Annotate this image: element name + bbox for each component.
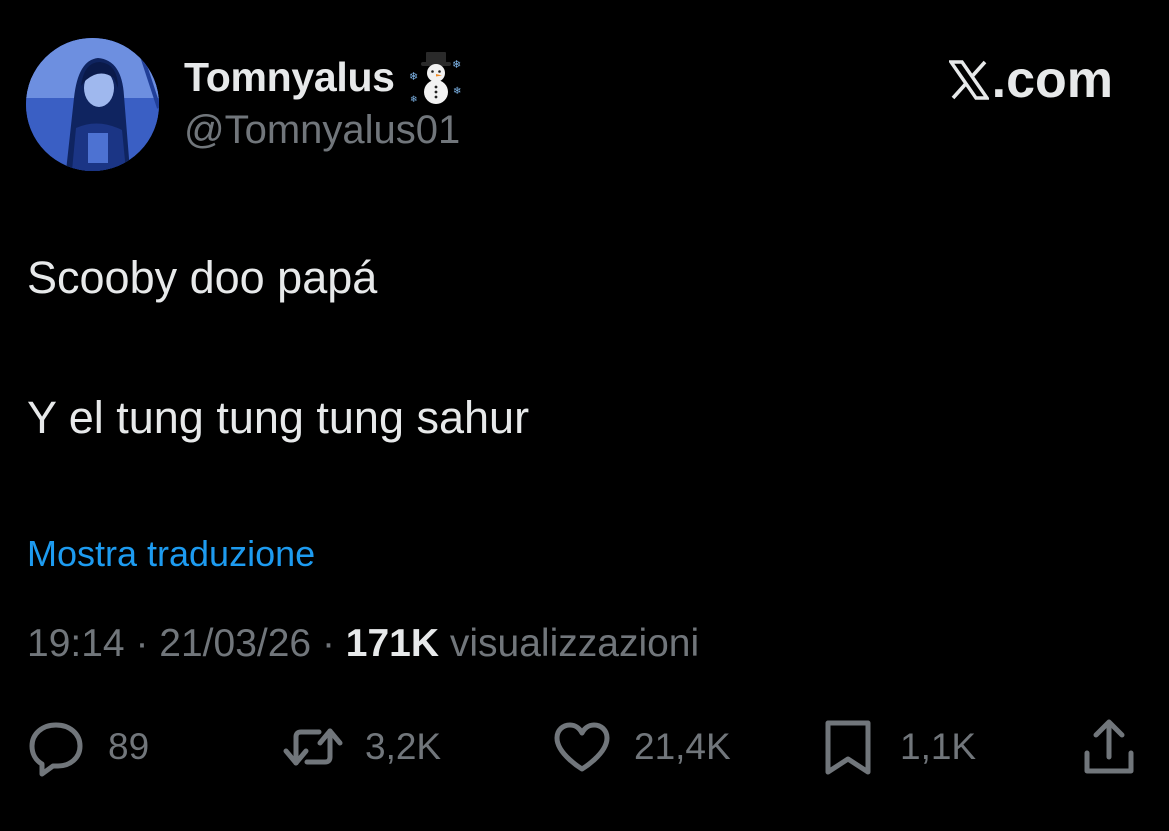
author-handle[interactable]: @Tomnyalus01	[184, 108, 460, 153]
avatar-image	[26, 38, 159, 171]
site-watermark: .com	[948, 50, 1113, 110]
tweet-meta: 19:14 · 21/03/26 · 171K visualizzazioni	[27, 622, 699, 666]
meta-separator: ·	[135, 622, 149, 665]
tweet-time[interactable]: 19:14	[27, 622, 125, 665]
snowman-icon: ❄ ❄ ❄ ❄	[409, 52, 461, 104]
share-button[interactable]	[1079, 715, 1139, 779]
reply-button[interactable]: 89	[26, 715, 149, 779]
bookmark-count: 1,1K	[900, 726, 977, 767]
site-watermark-text: .com	[991, 51, 1113, 109]
svg-text:❄: ❄	[452, 58, 461, 71]
svg-text:❄: ❄	[410, 95, 418, 104]
x-logo-icon	[948, 60, 989, 100]
show-translation-link[interactable]: Mostra traduzione	[27, 533, 315, 575]
reply-icon	[29, 722, 83, 777]
views-label: visualizzazioni	[449, 622, 700, 665]
views-count: 171K	[345, 622, 440, 665]
bookmark-icon	[825, 720, 871, 775]
like-button[interactable]: 21,4K	[552, 715, 731, 779]
tweet-text-line-2: Y el tung tung tung sahur	[27, 392, 530, 443]
action-bar: 89 3,2K 21,4K 1,1K	[0, 715, 1169, 779]
svg-text:❄: ❄	[409, 70, 418, 83]
retweet-count: 3,2K	[365, 726, 442, 767]
tweet-date[interactable]: 21/03/26	[159, 622, 311, 665]
reply-count: 89	[108, 726, 150, 767]
like-count: 21,4K	[634, 726, 731, 767]
svg-text:❄: ❄	[453, 86, 461, 97]
retweet-icon	[283, 728, 343, 766]
avatar[interactable]	[26, 38, 159, 171]
bookmark-button[interactable]: 1,1K	[818, 715, 976, 779]
author-display-name[interactable]: Tomnyalus	[184, 54, 395, 101]
author-name-row: Tomnyalus ❄ ❄ ❄ ❄	[184, 52, 463, 104]
meta-separator: ·	[321, 622, 335, 665]
heart-icon	[554, 722, 610, 772]
share-icon	[1084, 719, 1134, 774]
retweet-button[interactable]: 3,2K	[283, 715, 441, 779]
tweet-text-line-1: Scooby doo papá	[27, 252, 378, 303]
